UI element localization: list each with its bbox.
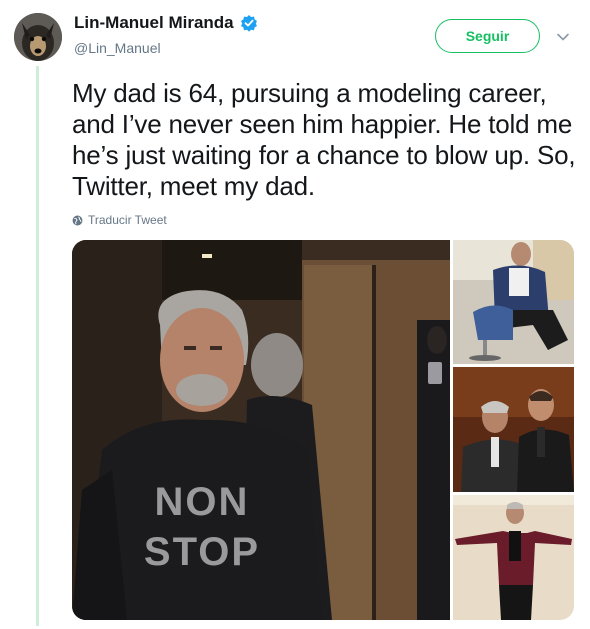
tweet-text: My dad is 64, pursuing a modeling career… [72, 78, 576, 201]
photo-seated-chair[interactable] [453, 240, 574, 364]
translate-label[interactable]: Traducir Tweet [88, 213, 167, 227]
photo-two-men[interactable] [453, 367, 574, 492]
photo-main-elevator[interactable]: NON STOP [72, 240, 450, 620]
shirt-text-stop: STOP [144, 530, 260, 574]
avatar[interactable] [14, 13, 62, 61]
media-grid: NON STOP [72, 240, 574, 620]
translate-tweet-link[interactable]: Traducir Tweet [72, 213, 167, 227]
author-name[interactable]: Lin-Manuel Miranda [74, 13, 234, 33]
avatar-dog-image [14, 13, 62, 61]
follow-button[interactable]: Seguir [435, 19, 540, 53]
author-name-row[interactable]: Lin-Manuel Miranda [74, 13, 258, 33]
globe-icon [72, 215, 83, 226]
shirt-text-non: NON [155, 480, 250, 524]
author-handle[interactable]: @Lin_Manuel [74, 40, 161, 56]
chevron-down-icon[interactable] [556, 30, 570, 44]
verified-badge-icon [240, 14, 258, 32]
photo-arms-out[interactable] [453, 495, 574, 620]
thread-line [36, 66, 39, 626]
